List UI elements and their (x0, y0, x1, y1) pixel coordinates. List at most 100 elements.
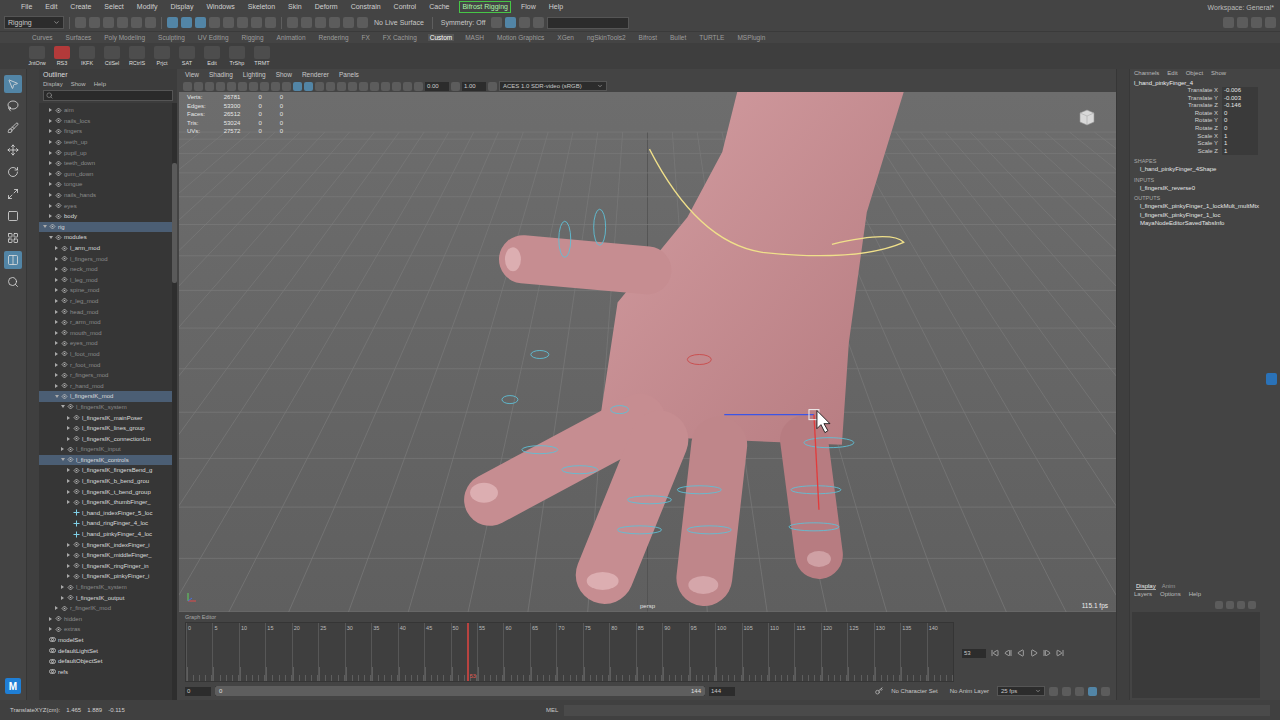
outliner-row[interactable]: l_hand_ringFinger_4_loc (39, 518, 172, 529)
expander[interactable] (48, 150, 53, 155)
attribute-name[interactable]: Scale Z (1134, 148, 1218, 156)
menu-item[interactable]: Show (1211, 70, 1226, 76)
outliner-row[interactable]: head_mod (39, 306, 172, 317)
menu-item[interactable]: Help (94, 81, 106, 87)
viewport[interactable]: Verts:2678100Edges:5330000Faces:2651200T… (179, 92, 1116, 612)
snap-icon[interactable] (357, 17, 368, 28)
shelf-tab[interactable]: FX Caching (381, 34, 419, 41)
node-name[interactable]: l_hand_pinkyFinger_4 (1130, 77, 1262, 87)
expander[interactable] (66, 553, 71, 558)
expander[interactable] (66, 563, 71, 568)
expander[interactable] (48, 140, 53, 145)
outliner-row[interactable]: tongue (39, 179, 172, 190)
start-field[interactable]: 0 (185, 687, 211, 696)
layer-tab[interactable]: Display (1136, 583, 1156, 590)
panel-tool-icon[interactable] (348, 82, 357, 91)
panel-tool-icon[interactable] (315, 82, 324, 91)
expander[interactable] (54, 277, 59, 282)
attribute-name[interactable]: Scale Y (1134, 140, 1218, 148)
outliner-row[interactable]: r_leg_mod (39, 296, 172, 307)
attribute-name[interactable]: Rotate X (1134, 110, 1218, 118)
panel-menu-item[interactable]: View (185, 71, 199, 78)
attribute-name[interactable]: Translate Y (1134, 95, 1218, 103)
command-mode[interactable]: MEL (546, 707, 558, 713)
time-ruler[interactable]: 0510152025303540455055606570758085909510… (185, 622, 954, 682)
section-item[interactable]: l_hand_pinkyFinger_4Shape (1134, 165, 1258, 174)
file-tool-icon[interactable] (75, 17, 86, 28)
maya-logo[interactable]: M (5, 678, 21, 694)
expander[interactable] (66, 574, 71, 579)
panel-menu-item[interactable]: Renderer (302, 71, 329, 78)
outliner-row[interactable]: l_fingers_mod (39, 253, 172, 264)
outliner-row[interactable]: r_fingerIK_mod (39, 603, 172, 614)
panel-tool-icon[interactable] (238, 82, 247, 91)
attribute-value[interactable]: 0 (1222, 117, 1258, 125)
playback-option-icon[interactable] (1101, 687, 1110, 696)
expander[interactable] (66, 415, 71, 420)
outliner-row[interactable]: l_fingersIK_b_bend_grou (39, 476, 172, 487)
outliner-row[interactable]: r_hand_mod (39, 380, 172, 391)
outliner-row[interactable]: r_foot_mod (39, 359, 172, 370)
selection-mask-icon[interactable] (209, 17, 220, 28)
panel-tool-icon[interactable] (293, 82, 302, 91)
expander[interactable] (66, 489, 71, 494)
expander[interactable] (48, 616, 53, 621)
menu-item[interactable]: Skeleton (245, 1, 278, 13)
panel-menu-item[interactable]: Panels (339, 71, 359, 78)
expander[interactable] (54, 256, 59, 261)
panel-menu-item[interactable]: Lighting (243, 71, 266, 78)
shelf-button[interactable]: CtlSel (101, 46, 123, 66)
panel-tool-icon[interactable] (337, 82, 346, 91)
shelf-button[interactable]: TrShp (226, 46, 248, 66)
symmetry-label[interactable]: Symmetry: Off (438, 19, 489, 26)
hand-mesh[interactable] (470, 92, 904, 594)
outliner-row[interactable]: hidden (39, 614, 172, 625)
attribute-name[interactable]: Translate Z (1134, 102, 1218, 110)
shelf-button[interactable]: Edit (201, 46, 223, 66)
selection-mask-icon[interactable] (223, 17, 234, 28)
outliner-row[interactable]: l_fingersIK_mod (39, 391, 172, 402)
expander[interactable] (54, 330, 59, 335)
scale-tool[interactable] (4, 185, 22, 203)
attribute-name[interactable]: Rotate Y (1134, 117, 1218, 125)
outliner-row[interactable]: l_fingersIK_t_bend_group (39, 486, 172, 497)
outliner-row[interactable]: l_leg_mod (39, 275, 172, 286)
shelf-tab[interactable]: ngSkinTools2 (585, 34, 628, 41)
outliner-row[interactable]: l_fingersIK_lines_group (39, 423, 172, 434)
menu-set-dropdown[interactable]: Rigging (4, 16, 64, 29)
outliner-row[interactable]: l_fingersIK_fingersBend_g (39, 465, 172, 476)
expander[interactable] (54, 246, 59, 251)
panel-toggle-icon[interactable] (1223, 17, 1234, 28)
outliner-search[interactable] (43, 90, 173, 101)
menu-item[interactable]: Bifrost Rigging (459, 1, 511, 13)
shelf-tab[interactable]: Rigging (240, 34, 266, 41)
color-management-icon[interactable] (488, 82, 497, 91)
outliner-row[interactable]: defaultObjectSet (39, 656, 172, 667)
outliner-row[interactable]: nails_hands (39, 190, 172, 201)
file-tool-icon[interactable] (117, 17, 128, 28)
outliner-row[interactable]: l_fingersIK_ringFinger_in (39, 561, 172, 572)
expander[interactable] (48, 627, 53, 632)
panel-tool-icon[interactable] (370, 82, 379, 91)
panel-tool-icon[interactable] (414, 82, 423, 91)
file-tool-icon[interactable] (145, 17, 156, 28)
panel-tool-icon[interactable] (381, 82, 390, 91)
outliner-row[interactable]: l_fingersIK_connectionLin (39, 433, 172, 444)
attribute-name[interactable]: Rotate Z (1134, 125, 1218, 133)
move-tool[interactable] (4, 141, 22, 159)
shelf-tab[interactable]: Sculpting (156, 34, 187, 41)
search-tool[interactable] (4, 273, 22, 291)
expander[interactable] (66, 436, 71, 441)
selection-mask-icon[interactable] (181, 17, 192, 28)
outliner-row[interactable]: l_fingersIK_middleFinger_ (39, 550, 172, 561)
outliner-row[interactable]: l_hand_pinkyFinger_4_loc (39, 529, 172, 540)
viewport-scene[interactable] (179, 92, 1116, 612)
layer-action-icon[interactable] (1215, 601, 1223, 609)
outliner-row[interactable]: rig (39, 222, 172, 233)
selection-mask-icon[interactable] (167, 17, 178, 28)
outliner-row[interactable]: mouth_mod (39, 327, 172, 338)
attribute-value[interactable]: -0.006 (1222, 87, 1258, 95)
outliner-row[interactable]: defaultLightSet (39, 645, 172, 656)
outliner-row[interactable]: aim (39, 105, 172, 116)
shelf-button[interactable]: SAT (176, 46, 198, 66)
